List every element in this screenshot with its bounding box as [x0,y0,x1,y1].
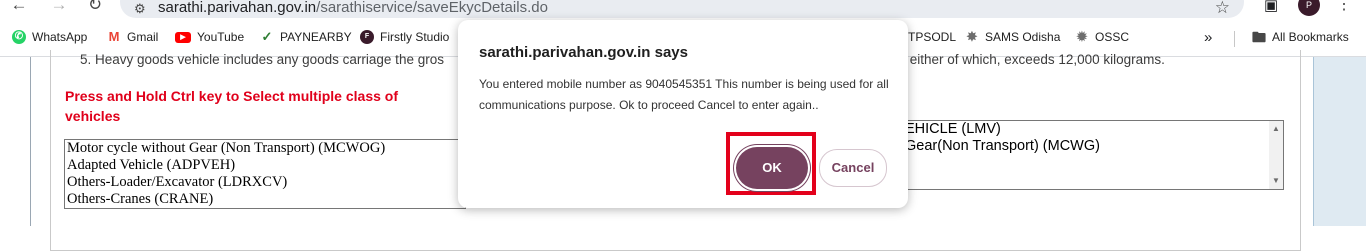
address-bar[interactable]: ⚙ sarathi.parivahan.gov.in/sarathiservic… [120,0,1244,18]
cancel-button[interactable]: Cancel [819,149,887,187]
all-bookmarks-button[interactable]: 🖿 All Bookmarks [1252,30,1349,44]
bookmarks-divider [1234,31,1235,47]
bookmark-firstly-studio[interactable]: F Firstly Studio [360,30,449,44]
scroll-up-icon[interactable]: ▲ [1272,124,1280,133]
back-icon[interactable]: ← [8,0,30,16]
gmail-icon: M [107,29,121,44]
bookmark-star-icon[interactable]: ☆ [1215,0,1230,18]
list-item[interactable]: Adapted Vehicle (ADPVEH) [65,157,465,174]
sams-odisha-icon: ✸ [965,29,979,44]
list-item[interactable]: Others-Cranes (CRANE) [65,191,465,208]
vehicle-class-list[interactable]: Motor cycle without Gear (Non Transport)… [64,139,466,209]
bookmark-youtube[interactable]: ▶ YouTube [175,30,244,44]
heavy-vehicle-note: 5. Heavy goods vehicle includes any good… [80,52,1165,67]
bookmark-tpsodl[interactable]: TPSODL [908,30,956,44]
paynearby-icon: ✓ [260,29,274,44]
reload-icon[interactable]: ↻ [84,0,106,16]
whatsapp-icon: ✆ [12,30,26,44]
url-text: sarathi.parivahan.gov.in/sarathiservice/… [158,0,548,16]
list-item[interactable]: Motor cycle without Gear (Non Transport)… [65,140,465,157]
browser-toolbar: ← → ↻ ⚙ sarathi.parivahan.gov.in/sarathi… [0,0,1366,22]
dialog-title: sarathi.parivahan.gov.in says [479,44,688,61]
ctrl-select-hint: Press and Hold Ctrl key to Select multip… [65,88,398,124]
bookmark-whatsapp[interactable]: ✆ WhatsApp [12,30,87,44]
folder-icon: 🖿 [1252,29,1266,45]
ok-button[interactable]: OK [736,147,808,189]
menu-icon[interactable]: ⋮ [1336,0,1352,14]
dialog-message: You entered mobile number as 9040545351 … [479,77,889,112]
list-item[interactable]: EHICLE (LMV) [881,121,1283,138]
selected-class-list[interactable]: EHICLE (LMV) Gear(Non Transport) (MCWG) … [880,120,1284,190]
confirm-dialog: sarathi.parivahan.gov.in says You entere… [458,20,908,208]
profile-avatar[interactable]: P [1298,0,1320,16]
firstly-studio-icon: F [360,30,374,44]
site-info-icon[interactable]: ⚙ [134,1,146,17]
list-item[interactable]: Others-Loader/Excavator (LDRXCV) [65,174,465,191]
bookmark-paynearby[interactable]: ✓ PAYNEARBY [260,30,352,44]
youtube-icon: ▶ [175,31,191,43]
page-right-margin [1312,57,1366,226]
chevron-more-icon[interactable]: » [1204,29,1212,46]
extensions-icon[interactable]: ▣ [1264,0,1278,14]
ossc-icon: ✹ [1075,29,1089,44]
bookmark-sams-odisha[interactable]: ✸ SAMS Odisha [965,30,1060,44]
scroll-down-icon[interactable]: ▼ [1272,176,1280,185]
forward-icon[interactable]: → [48,0,70,16]
bookmark-gmail[interactable]: M Gmail [107,30,158,44]
page-left-margin [0,57,30,226]
list-scrollbar[interactable]: ▲ ▼ [1269,121,1283,189]
list-item[interactable]: Gear(Non Transport) (MCWG) [881,138,1283,155]
bookmark-ossc[interactable]: ✹ OSSC [1075,30,1129,44]
